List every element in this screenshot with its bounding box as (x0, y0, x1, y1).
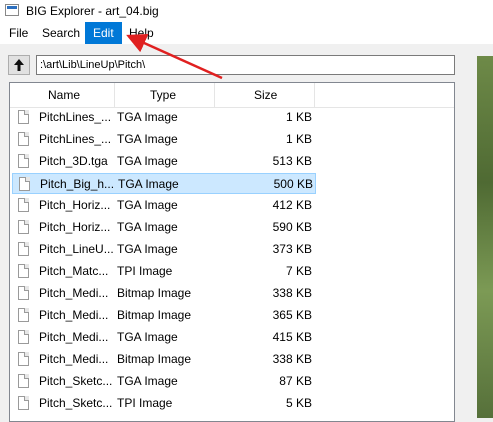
file-type: TPI Image (117, 396, 173, 410)
background-window-edge (477, 56, 493, 418)
arrow-up-icon (14, 59, 24, 71)
file-row[interactable]: PitchLines_... TGA Image 1 KB (12, 107, 316, 128)
file-size: 373 KB (272, 242, 312, 256)
title-bar: BIG Explorer - art_04.big (0, 0, 493, 22)
menu-file[interactable]: File (1, 22, 36, 44)
file-row[interactable]: Pitch_Horiz... TGA Image 590 KB (12, 217, 316, 238)
file-name: Pitch_3D.tga (39, 154, 108, 168)
file-name: Pitch_Horiz... (39, 198, 111, 212)
file-type: TGA Image (117, 242, 178, 256)
file-icon (19, 177, 30, 191)
file-name: Pitch_Matc... (39, 264, 109, 278)
file-type: TGA Image (117, 374, 178, 388)
window-title: BIG Explorer - art_04.big (26, 4, 159, 18)
file-icon (18, 352, 29, 366)
file-size: 412 KB (272, 198, 312, 212)
file-size: 590 KB (272, 220, 312, 234)
up-directory-button[interactable] (8, 55, 30, 75)
file-size: 365 KB (272, 308, 312, 322)
file-type: Bitmap Image (117, 286, 192, 300)
file-icon (18, 330, 29, 344)
file-icon (18, 396, 29, 410)
file-row[interactable]: Pitch_Big_h... TGA Image 500 KB (12, 173, 316, 194)
file-row[interactable]: Pitch_Sketc... TPI Image 5 KB (12, 393, 316, 414)
file-size: 338 KB (272, 286, 312, 300)
file-list[interactable]: Name Type Size PitchLines_... TGA Image 1 … (9, 82, 455, 422)
file-size: 1 KB (285, 110, 312, 124)
file-type: TGA Image (117, 220, 178, 234)
file-row[interactable]: Pitch_Horiz... TGA Image 412 KB (12, 195, 316, 216)
file-name: PitchLines_... (39, 110, 112, 124)
file-icon (18, 110, 29, 124)
file-size: 1 KB (285, 132, 312, 146)
column-header-type[interactable]: Type (150, 83, 176, 107)
file-icon (18, 198, 29, 212)
menu-edit[interactable]: Edit (85, 22, 122, 44)
file-type: TGA Image (117, 154, 178, 168)
file-size: 87 KB (279, 374, 312, 388)
file-size: 7 KB (285, 264, 312, 278)
file-size: 338 KB (272, 352, 312, 366)
column-divider[interactable] (214, 83, 215, 107)
file-icon (18, 308, 29, 322)
file-row[interactable]: Pitch_Matc... TPI Image 7 KB (12, 261, 316, 282)
app-icon (5, 4, 19, 16)
file-name: Pitch_LineU... (39, 242, 114, 256)
file-name: Pitch_Medi... (39, 330, 109, 344)
file-type: TPI Image (117, 264, 173, 278)
file-icon (18, 264, 29, 278)
file-name: PitchLines_... (39, 132, 112, 146)
file-row[interactable]: Pitch_Medi... Bitmap Image 338 KB (12, 349, 316, 370)
file-row[interactable]: PitchLines_... TGA Image 1 KB (12, 129, 316, 150)
menu-search[interactable]: Search (34, 22, 88, 44)
list-header: Name Type Size (10, 83, 454, 108)
column-divider[interactable] (314, 83, 315, 107)
file-icon (18, 286, 29, 300)
column-header-name[interactable]: Name (48, 83, 80, 107)
file-type: TGA Image (117, 110, 178, 124)
file-size: 415 KB (272, 330, 312, 344)
column-divider[interactable] (114, 83, 115, 107)
file-size: 500 KB (273, 177, 313, 191)
file-row[interactable]: Pitch_Medi... TGA Image 415 KB (12, 327, 316, 348)
file-type: TGA Image (118, 177, 179, 191)
file-row[interactable]: Pitch_LineU... TGA Image 373 KB (12, 239, 316, 260)
column-header-size[interactable]: Size (254, 83, 277, 107)
file-type: Bitmap Image (117, 352, 192, 366)
file-row[interactable]: Pitch_Medi... Bitmap Image 365 KB (12, 305, 316, 326)
file-name: Pitch_Sketc... (39, 374, 113, 388)
file-name: Pitch_Big_h... (40, 177, 115, 191)
file-type: TGA Image (117, 330, 178, 344)
file-name: Pitch_Sketc... (39, 396, 113, 410)
file-row[interactable]: Pitch_Medi... Bitmap Image 338 KB (12, 283, 316, 304)
file-row[interactable]: Pitch_Sketc... TGA Image 87 KB (12, 371, 316, 392)
file-name: Pitch_Medi... (39, 352, 109, 366)
file-icon (18, 154, 29, 168)
menu-help[interactable]: Help (121, 22, 162, 44)
file-type: TGA Image (117, 132, 178, 146)
file-row[interactable]: Pitch_3D.tga TGA Image 513 KB (12, 151, 316, 172)
file-type: Bitmap Image (117, 308, 192, 322)
file-name: Pitch_Medi... (39, 286, 109, 300)
path-field[interactable]: :\art\Lib\LineUp\Pitch\ (36, 55, 455, 75)
file-name: Pitch_Horiz... (39, 220, 111, 234)
file-icon (18, 242, 29, 256)
file-icon (18, 220, 29, 234)
file-icon (18, 132, 29, 146)
file-size: 513 KB (272, 154, 312, 168)
file-size: 5 KB (285, 396, 312, 410)
file-name: Pitch_Medi... (39, 308, 109, 322)
menu-bar: File Search Edit Help (0, 22, 493, 44)
file-type: TGA Image (117, 198, 178, 212)
file-icon (18, 374, 29, 388)
